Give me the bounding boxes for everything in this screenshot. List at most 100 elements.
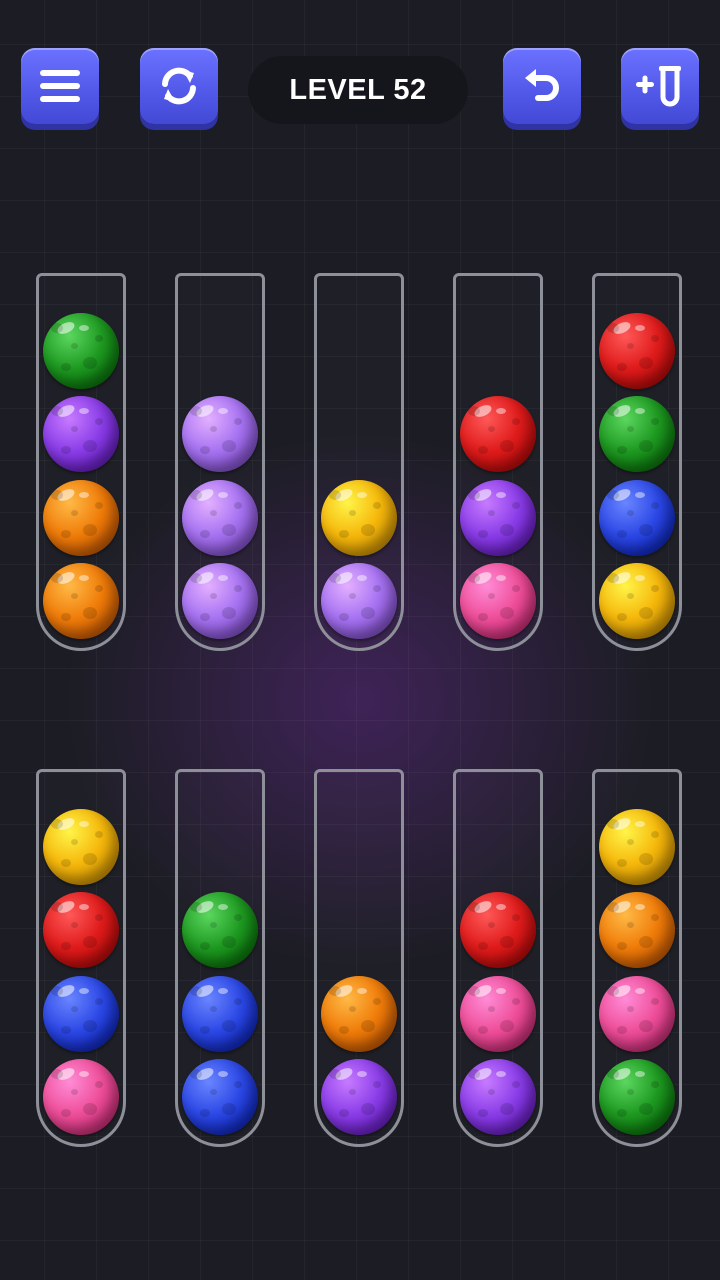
ball-crater <box>500 936 514 948</box>
ball-crater <box>468 986 480 996</box>
ball-crater <box>210 1089 217 1095</box>
orange-ball[interactable] <box>43 563 119 639</box>
restart-icon <box>162 67 196 105</box>
pink-ball[interactable] <box>460 563 536 639</box>
tube-bottom-5[interactable] <box>592 769 682 1147</box>
ball-crater <box>639 440 653 452</box>
lavender-ball[interactable] <box>321 563 397 639</box>
yellow-ball[interactable] <box>321 480 397 556</box>
ball-crater <box>234 502 242 509</box>
green-ball[interactable] <box>182 892 258 968</box>
tube-top-3[interactable] <box>314 273 404 651</box>
green-ball[interactable] <box>43 313 119 389</box>
orange-ball[interactable] <box>43 480 119 556</box>
lavender-ball[interactable] <box>182 563 258 639</box>
ball-crater <box>617 942 627 950</box>
ball-crater <box>617 1026 627 1034</box>
ball-crater <box>512 585 520 592</box>
tube-top-1[interactable] <box>36 273 126 651</box>
ball-crater <box>51 490 63 500</box>
red-ball[interactable] <box>460 396 536 472</box>
ball-crater <box>651 831 659 838</box>
red-ball[interactable] <box>43 892 119 968</box>
ball-crater <box>361 524 375 536</box>
red-ball[interactable] <box>599 313 675 389</box>
ball-crater <box>512 998 520 1005</box>
restart-button[interactable] <box>140 48 218 124</box>
lavender-ball[interactable] <box>182 480 258 556</box>
blue-ball[interactable] <box>182 976 258 1052</box>
ball-crater <box>222 524 236 536</box>
purple-ball[interactable] <box>460 480 536 556</box>
purple-ball[interactable] <box>460 1059 536 1135</box>
ball-crater <box>627 593 634 599</box>
tube-bottom-3[interactable] <box>314 769 404 1147</box>
ball-crater <box>71 343 78 349</box>
purple-ball[interactable] <box>321 1059 397 1135</box>
ball-crater <box>617 1109 627 1117</box>
ball-crater <box>51 323 63 333</box>
ball-crater <box>478 1109 488 1117</box>
ball-crater <box>651 335 659 342</box>
add-tube-button[interactable] <box>621 48 699 124</box>
ball-crater <box>71 426 78 432</box>
ball-crater <box>210 593 217 599</box>
tube-bottom-1[interactable] <box>36 769 126 1147</box>
ball-crater <box>478 530 488 538</box>
ball-crater <box>500 440 514 452</box>
ball-crater <box>234 1081 242 1088</box>
green-ball[interactable] <box>599 1059 675 1135</box>
ball-crater <box>349 1089 356 1095</box>
undo-button[interactable] <box>503 48 581 124</box>
tube-bottom-2[interactable] <box>175 769 265 1147</box>
tube-top-4[interactable] <box>453 273 543 651</box>
yellow-ball[interactable] <box>43 809 119 885</box>
ball-crater <box>627 343 634 349</box>
ball-crater <box>488 510 495 516</box>
menu-button[interactable] <box>21 48 99 124</box>
level-indicator: LEVEL 52 <box>248 56 468 124</box>
ball-crater <box>95 585 103 592</box>
ball-crater <box>512 418 520 425</box>
blue-ball[interactable] <box>182 1059 258 1135</box>
ball-crater <box>651 914 659 921</box>
ball-crater <box>468 1069 480 1079</box>
orange-ball[interactable] <box>321 976 397 1052</box>
ball-crater <box>373 585 381 592</box>
ball-crater <box>200 1109 210 1117</box>
ball-crater <box>373 502 381 509</box>
green-ball[interactable] <box>599 396 675 472</box>
yellow-ball[interactable] <box>599 563 675 639</box>
ball-crater <box>488 1006 495 1012</box>
ball-crater <box>373 998 381 1005</box>
red-ball[interactable] <box>460 892 536 968</box>
ball-crater <box>61 942 71 950</box>
tube-top-5[interactable] <box>592 273 682 651</box>
ball-crater <box>95 831 103 838</box>
pink-ball[interactable] <box>43 1059 119 1135</box>
blue-ball[interactable] <box>599 480 675 556</box>
ball-crater <box>639 853 653 865</box>
ball-crater <box>61 1026 71 1034</box>
yellow-ball[interactable] <box>599 809 675 885</box>
ball-crater <box>61 859 71 867</box>
ball-crater <box>71 593 78 599</box>
ball-crater <box>488 593 495 599</box>
ball-crater <box>329 986 341 996</box>
tube-top-2[interactable] <box>175 273 265 651</box>
pink-ball[interactable] <box>460 976 536 1052</box>
ball-crater <box>488 1089 495 1095</box>
orange-ball[interactable] <box>599 892 675 968</box>
pink-ball[interactable] <box>599 976 675 1052</box>
ball-crater <box>488 922 495 928</box>
ball-crater <box>639 936 653 948</box>
ball-crater <box>200 530 210 538</box>
ball-crater <box>500 1020 514 1032</box>
tube-bottom-4[interactable] <box>453 769 543 1147</box>
purple-ball[interactable] <box>43 396 119 472</box>
blue-ball[interactable] <box>43 976 119 1052</box>
lavender-ball[interactable] <box>182 396 258 472</box>
ball-crater <box>83 1020 97 1032</box>
ball-crater <box>190 1069 202 1079</box>
add-tube-icon <box>636 66 681 107</box>
